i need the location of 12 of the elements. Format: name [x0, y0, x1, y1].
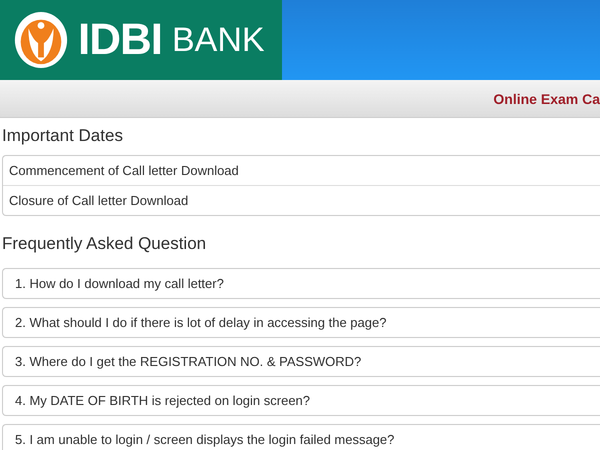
- logo-text: BANK: [172, 20, 265, 60]
- faq-item[interactable]: 5. I am unable to login / screen displays the login failed message?: [2, 424, 600, 450]
- faq-item[interactable]: 3. Where do I get the REGISTRATION NO. & PASSWORD?: [2, 346, 600, 377]
- table-cell: Closure of Call letter Download: [3, 185, 600, 215]
- faq-item[interactable]: 2. What should I do if there is lot of delay in accessing the page?: [2, 307, 600, 338]
- logo-text: IDBI: [78, 15, 162, 65]
- table-cell-text: Commencement of Call letter Download: [8, 162, 240, 180]
- faq-item[interactable]: 4. My DATE OF BIRTH is rejected on login screen?: [2, 385, 600, 416]
- section-heading: Important Dates: [2, 126, 124, 146]
- faq-item[interactable]: 1. How do I download my call letter?: [2, 268, 600, 299]
- section-heading: Frequently Asked Question: [2, 234, 208, 254]
- page-title: Online Exam Ca: [493, 90, 600, 106]
